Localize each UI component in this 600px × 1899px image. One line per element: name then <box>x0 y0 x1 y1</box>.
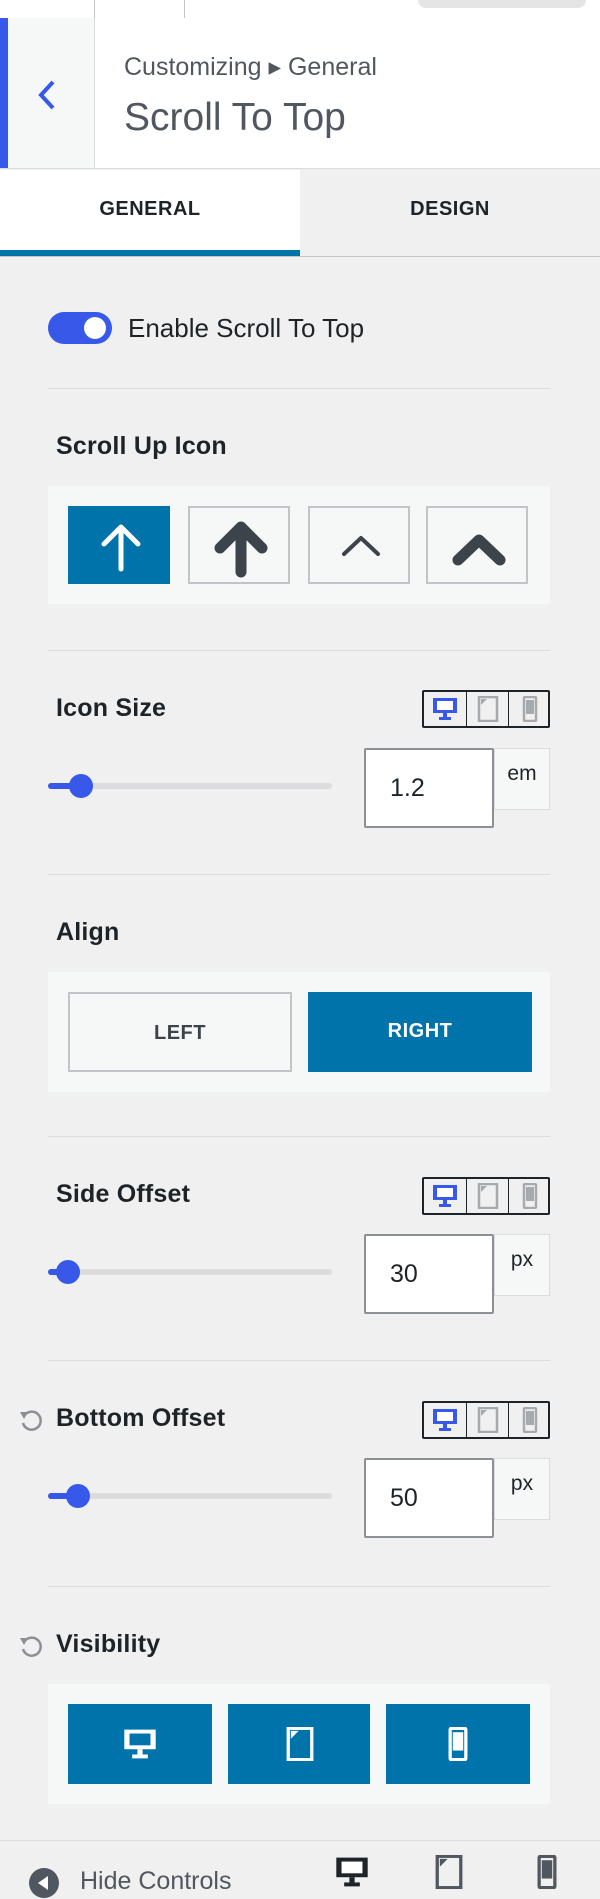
mobile-icon <box>522 1183 538 1209</box>
device-mobile-button[interactable] <box>508 1403 551 1437</box>
divider <box>48 650 550 651</box>
reset-icon[interactable] <box>18 1633 44 1659</box>
mobile-icon <box>522 1407 538 1433</box>
align-options: LEFT RIGHT <box>48 972 550 1092</box>
desktop-icon <box>124 1729 156 1759</box>
icon-option-arrow-up-bold[interactable] <box>188 506 290 584</box>
scroll-up-icon-title: Scroll Up Icon <box>56 432 227 460</box>
tab-bar: GENERAL DESIGN <box>0 170 600 257</box>
divider <box>48 874 550 875</box>
visibility-mobile-button[interactable] <box>386 1704 530 1784</box>
bottom-offset-title: Bottom Offset <box>56 1404 226 1432</box>
device-tablet-button[interactable] <box>466 1403 509 1437</box>
scroll-up-icon-options <box>48 486 550 604</box>
align-title: Align <box>56 918 120 946</box>
tablet-icon <box>286 1727 314 1761</box>
responsive-device-switcher <box>422 1401 550 1439</box>
icon-option-arrow-up-thin[interactable] <box>68 506 170 584</box>
device-tablet-button[interactable] <box>466 1179 509 1213</box>
slider-thumb[interactable] <box>66 1484 90 1508</box>
icon-option-chevron-up-bold[interactable] <box>426 506 528 584</box>
divider <box>48 388 550 389</box>
mobile-icon[interactable] <box>530 1855 564 1889</box>
visibility-options <box>48 1684 550 1804</box>
side-offset-slider[interactable] <box>48 1260 332 1284</box>
icon-size-title: Icon Size <box>56 694 167 722</box>
tablet-icon <box>477 696 499 722</box>
desktop-icon <box>433 698 457 720</box>
toggle-label: Enable Scroll To Top <box>128 313 365 343</box>
side-offset-input[interactable]: 30 <box>364 1234 494 1314</box>
hide-controls-icon[interactable] <box>28 1867 60 1899</box>
focus-indicator <box>0 18 8 168</box>
icon-size-input[interactable]: 1.2 <box>364 748 494 828</box>
visibility-desktop-button[interactable] <box>68 1704 212 1784</box>
page-title: Scroll To Top <box>124 96 346 139</box>
back-button[interactable] <box>0 18 95 168</box>
enable-scroll-to-top-toggle[interactable] <box>48 312 112 344</box>
tablet-icon <box>477 1183 499 1209</box>
slider-thumb[interactable] <box>69 774 93 798</box>
icon-option-chevron-up-thin[interactable] <box>308 506 410 584</box>
desktop-icon <box>433 1185 457 1207</box>
side-offset-unit[interactable]: px <box>494 1234 550 1296</box>
arrow-up-bold-icon <box>214 521 268 578</box>
visibility-title: Visibility <box>56 1630 161 1658</box>
toggle-knob <box>84 317 106 339</box>
tablet-icon <box>477 1407 499 1433</box>
desktop-icon <box>433 1409 457 1431</box>
align-left-button[interactable]: LEFT <box>68 992 292 1072</box>
icon-size-slider[interactable] <box>48 774 332 798</box>
section-header: Customizing ▸ General Scroll To Top <box>0 18 600 169</box>
top-bar-element <box>418 0 586 8</box>
align-right-button[interactable]: RIGHT <box>308 992 532 1072</box>
reset-icon[interactable] <box>18 1407 44 1433</box>
bottom-offset-unit[interactable]: px <box>494 1458 550 1520</box>
device-mobile-button[interactable] <box>508 1179 551 1213</box>
tab-design[interactable]: DESIGN <box>300 170 600 256</box>
slider-thumb[interactable] <box>56 1260 80 1284</box>
chevron-left-icon <box>38 80 55 110</box>
divider <box>94 0 95 18</box>
tab-general[interactable]: GENERAL <box>0 170 300 256</box>
side-offset-title: Side Offset <box>56 1180 191 1208</box>
divider <box>48 1360 550 1361</box>
divider <box>48 1586 550 1587</box>
chevron-up-bold-icon <box>452 534 506 566</box>
bottom-offset-slider[interactable] <box>48 1484 332 1508</box>
device-desktop-button[interactable] <box>424 692 466 726</box>
divider <box>48 1136 550 1137</box>
tablet-icon[interactable] <box>432 1855 466 1889</box>
desktop-icon[interactable] <box>334 1855 370 1889</box>
mobile-icon <box>448 1727 468 1761</box>
customizer-top-strip <box>0 0 600 19</box>
responsive-device-switcher <box>422 1177 550 1215</box>
breadcrumb: Customizing ▸ General <box>124 53 377 81</box>
device-mobile-button[interactable] <box>508 692 551 726</box>
customizer-footer: Hide Controls <box>0 1840 600 1898</box>
visibility-tablet-button[interactable] <box>228 1704 370 1784</box>
bottom-offset-input[interactable]: 50 <box>364 1458 494 1538</box>
device-desktop-button[interactable] <box>424 1403 466 1437</box>
arrow-up-thin-icon <box>101 524 141 572</box>
responsive-device-switcher <box>422 690 550 728</box>
icon-size-unit[interactable]: em <box>494 748 550 810</box>
device-desktop-button[interactable] <box>424 1179 466 1213</box>
mobile-icon <box>522 696 538 722</box>
divider <box>184 0 185 18</box>
chevron-up-thin-icon <box>342 536 380 556</box>
device-tablet-button[interactable] <box>466 692 509 726</box>
